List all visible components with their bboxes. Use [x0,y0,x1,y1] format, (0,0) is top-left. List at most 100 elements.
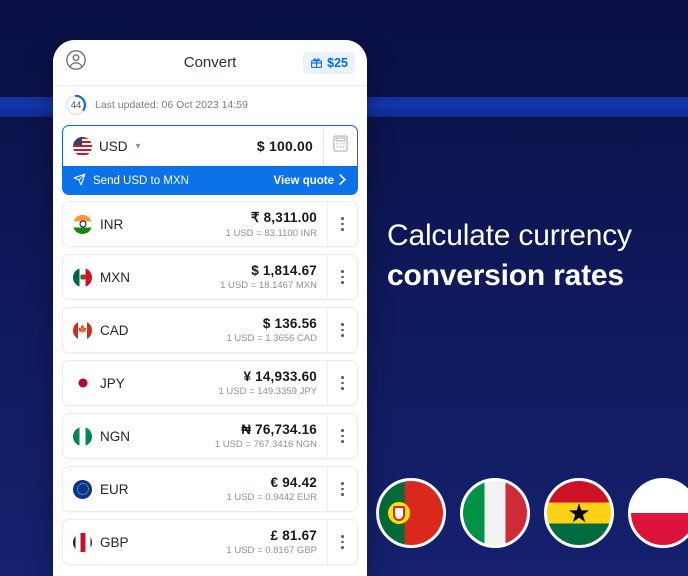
headline-line-2: conversion rates [387,259,624,293]
currency-row-main[interactable]: EUR € 94.42 1 USD = 0.9442 EUR [63,467,327,511]
more-vertical-icon [341,434,344,438]
poland-flag [628,478,688,548]
currency-values: £ 81.67 1 USD = 0.8167 GBP [226,528,317,556]
currency-rate: 1 USD = 149.3359 JPY [218,386,318,397]
chevron-right-icon [338,174,347,188]
currency-row-main[interactable]: NGN ₦ 76,734.16 1 USD = 767.3416 NGN [63,414,327,458]
us-flag [73,136,92,156]
currency-row-main[interactable]: INR ₹ 8,311.00 1 USD = 83.1100 INR [63,202,327,246]
currency-code: CAD [100,322,129,338]
mxn-flag-icon [73,267,92,287]
currency-row[interactable]: GBP £ 81.67 1 USD = 0.8167 GBP [62,519,358,565]
currency-rate: 1 USD = 18.1467 MXN [220,280,317,291]
more-vertical-icon [341,387,344,390]
more-vertical-icon [341,429,344,432]
currency-row-main[interactable]: CAD $ 136.56 1 USD = 1.3656 CAD [63,308,327,352]
currency-row[interactable]: EUR € 94.42 1 USD = 0.9442 EUR [62,466,358,512]
currency-row-menu-button[interactable] [327,308,357,352]
currency-row[interactable]: NGN ₦ 76,734.16 1 USD = 767.3416 NGN [62,413,358,459]
currency-code: INR [100,216,124,232]
currency-amount: $ 136.56 [262,316,317,331]
jpy-flag-icon [73,373,92,393]
currency-amount: ₹ 8,311.00 [250,209,317,225]
currency-amount: $ 1,814.67 [251,263,317,278]
more-vertical-icon [341,487,344,491]
gift-reward-badge[interactable]: $25 [303,51,355,74]
italy-flag [460,478,530,548]
headline-line-1: Calculate currency [387,219,632,252]
more-vertical-icon [341,281,344,284]
inr-flag-icon [73,214,92,234]
source-currency-selector[interactable]: USD ▾ $ 100.00 [63,126,323,166]
more-vertical-icon [341,381,344,385]
currency-row[interactable]: CAD $ 136.56 1 USD = 1.3656 CAD [62,307,358,353]
currency-row-menu-button[interactable] [327,255,357,299]
more-vertical-icon [341,546,344,549]
send-banner-label: Send USD to MXN [93,175,189,187]
paper-plane-icon [73,173,86,189]
chevron-down-icon: ▾ [135,140,141,152]
currency-row-main[interactable]: JPY ¥ 14,933.60 1 USD = 149.3359 JPY [63,361,327,405]
more-vertical-icon [341,535,344,538]
currency-values: ₹ 8,311.00 1 USD = 83.1100 INR [226,210,317,239]
phone-mockup: Convert $25 44 Last updated: 06 Oct 2023… [53,40,367,576]
more-vertical-icon [341,334,344,337]
currency-list: INR ₹ 8,311.00 1 USD = 83.1100 INR MXN $ 1,8… [53,195,367,565]
user-circle-icon[interactable] [65,49,87,76]
source-amount-value[interactable]: $ 100.00 [257,138,313,154]
currency-code: GBP [100,534,129,550]
calculator-icon [333,135,348,157]
gift-amount-label: $25 [327,55,348,70]
last-updated-strip: 44 Last updated: 06 Oct 2023 14:59 [53,86,367,122]
currency-code: MXN [100,269,130,285]
more-vertical-icon [341,328,344,332]
currency-values: $ 136.56 1 USD = 1.3656 CAD [226,316,317,344]
marketing-headline: Calculate currency conversion rates [387,217,683,296]
currency-values: € 94.42 1 USD = 0.9442 EUR [226,475,317,503]
refresh-countdown-timer: 44 [65,94,87,116]
currency-amount: ₦ 76,734.16 [241,422,317,437]
ghana-flag: ★ [544,478,614,548]
currency-row-main[interactable]: MXN $ 1,814.67 1 USD = 18.1467 MXN [63,255,327,299]
last-updated-text: Last updated: 06 Oct 2023 14:59 [95,99,248,111]
currency-row[interactable]: JPY ¥ 14,933.60 1 USD = 149.3359 JPY [62,360,358,406]
more-vertical-icon [341,228,344,231]
currency-amount: ¥ 14,933.60 [243,369,317,384]
currency-row-menu-button[interactable] [327,467,357,511]
portugal-flag [376,478,446,548]
currency-row-main[interactable]: GBP £ 81.67 1 USD = 0.8167 GBP [63,520,327,564]
view-quote-label: View quote [273,175,335,187]
currency-code: JPY [100,375,125,391]
send-banner-left: Send USD to MXN [73,173,189,189]
currency-rate: 1 USD = 0.9442 EUR [226,492,317,503]
countdown-value: 44 [70,99,82,111]
more-vertical-icon [341,440,344,443]
gift-icon [310,56,323,69]
currency-row-menu-button[interactable] [327,361,357,405]
currency-row-menu-button[interactable] [327,414,357,458]
currency-code: NGN [100,428,130,444]
more-vertical-icon [341,482,344,485]
more-vertical-icon [341,323,344,326]
currency-values: ¥ 14,933.60 1 USD = 149.3359 JPY [219,369,318,397]
currency-row-menu-button[interactable] [327,520,357,564]
cad-flag-icon [73,320,92,340]
send-money-banner[interactable]: Send USD to MXN View quote [62,167,358,195]
calculator-button[interactable] [323,126,357,166]
currency-row[interactable]: INR ₹ 8,311.00 1 USD = 83.1100 INR [62,201,358,247]
currency-values: $ 1,814.67 1 USD = 18.1467 MXN [220,263,317,291]
view-quote-button[interactable]: View quote [274,174,348,188]
source-currency-code: USD [99,138,128,154]
gbp-flag-icon [73,532,92,552]
source-currency-card: USD ▾ $ 100.00 [62,125,358,167]
more-vertical-icon [341,275,344,279]
currency-code: EUR [100,481,129,497]
currency-amount: € 94.42 [270,475,317,490]
currency-row-menu-button[interactable] [327,202,357,246]
currency-row[interactable]: MXN $ 1,814.67 1 USD = 18.1467 MXN [62,254,358,300]
app-header: Convert $25 [53,40,367,86]
eur-flag-icon [73,479,92,499]
currency-rate: 1 USD = 1.3656 CAD [226,333,317,344]
ngn-flag-icon [73,426,92,446]
country-flag-row: ★ [376,478,688,548]
